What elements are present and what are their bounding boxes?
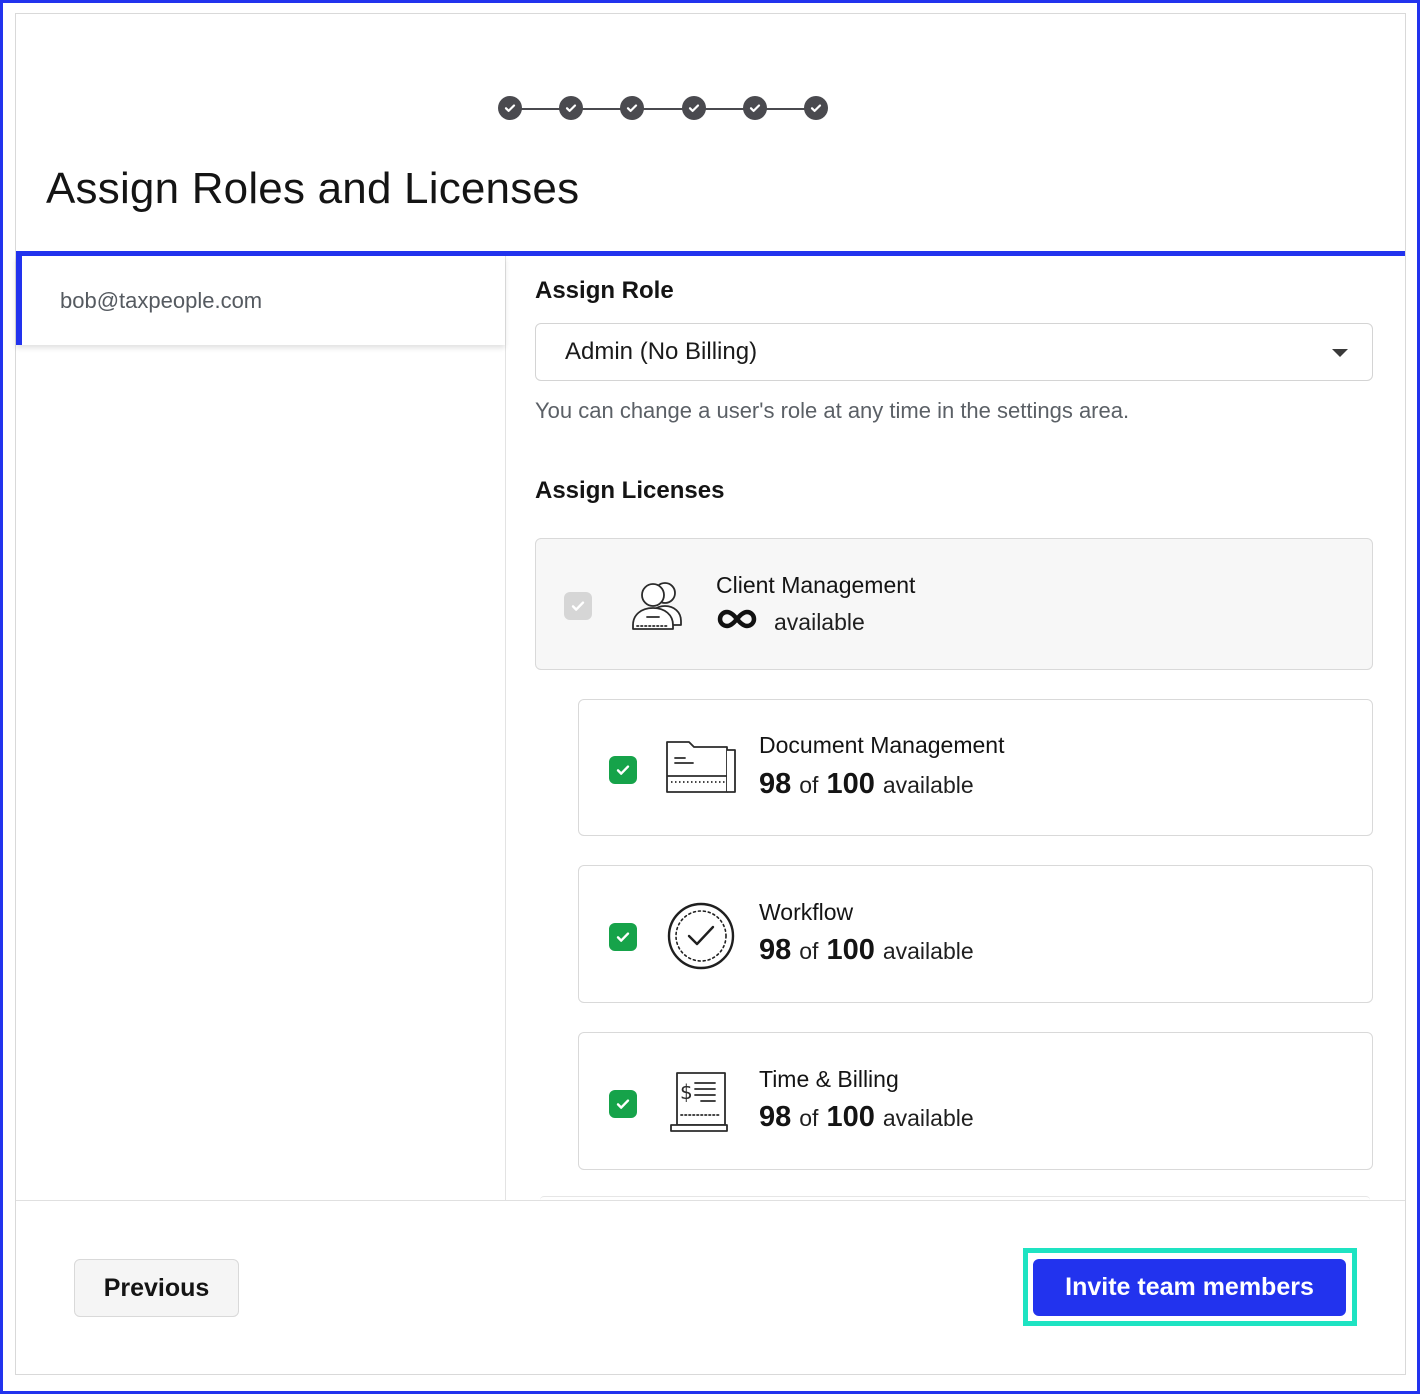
step-4-complete-icon [682,96,706,120]
license-card-time-billing: $ Time & Billing 98 of 100 available [578,1032,1373,1170]
license-name: Client Management [716,572,916,598]
invoice-icon: $ [670,1072,728,1132]
license-checkbox-document-management[interactable] [609,756,637,784]
license-checkbox-client-management [564,592,592,620]
license-card-workflow: Workflow 98 of 100 available [578,865,1373,1003]
footer-divider [16,1200,1405,1201]
license-card-document-management: Document Management 98 of 100 available [578,699,1373,836]
license-availability: available [716,608,865,636]
license-availability: 98 of 100 available [759,768,974,801]
license-checkbox-workflow[interactable] [609,923,637,951]
availability-label: available [882,772,974,798]
infinity-icon [717,609,757,629]
license-checkbox-time-billing[interactable] [609,1090,637,1118]
license-availability: 98 of 100 available [759,934,974,967]
user-list-item-selected[interactable]: bob@taxpeople.com [16,256,505,345]
licenses-used: 98 [759,768,792,800]
previous-button[interactable]: Previous [74,1259,239,1317]
of-label: of [799,1105,819,1131]
user-list-pane: bob@taxpeople.com [16,256,506,1200]
invite-team-members-button[interactable]: Invite team members [1033,1259,1346,1316]
licenses-total: 100 [826,768,875,800]
progress-stepper [498,96,830,122]
role-hint: You can change a user's role at any time… [535,398,1130,423]
license-name: Workflow [759,899,854,925]
role-select[interactable]: Admin (No Billing) [535,323,1373,381]
availability-label: available [882,938,974,964]
assign-licenses-heading: Assign Licenses [535,477,725,504]
page-title: Assign Roles and Licenses [46,164,580,213]
licenses-total: 100 [826,1101,875,1133]
folder-icon [666,741,736,793]
of-label: of [799,772,819,798]
step-6-complete-icon [804,96,828,120]
users-icon [632,582,682,630]
step-2-complete-icon [559,96,583,120]
availability-label: available [774,609,865,635]
step-3-complete-icon [620,96,644,120]
licenses-used: 98 [759,1101,792,1133]
svg-text:$: $ [680,1080,693,1104]
assignment-pane: Assign Role Admin (No Billing) You can c… [506,256,1405,1200]
of-label: of [799,938,819,964]
license-card-client-management: Client Management available [535,538,1373,670]
role-select-value: Admin (No Billing) [565,338,758,365]
license-availability: 98 of 100 available [759,1101,974,1134]
licenses-used: 98 [759,934,792,966]
availability-label: available [882,1105,974,1131]
stepper-line [510,108,818,110]
step-1-complete-icon [498,96,522,120]
step-5-complete-icon [743,96,767,120]
license-name: Document Management [759,732,1005,758]
licenses-total: 100 [826,934,875,966]
assign-role-heading: Assign Role [535,277,674,304]
check-circle-icon [667,902,735,970]
chevron-down-icon [1332,349,1348,357]
license-name: Time & Billing [759,1066,899,1092]
